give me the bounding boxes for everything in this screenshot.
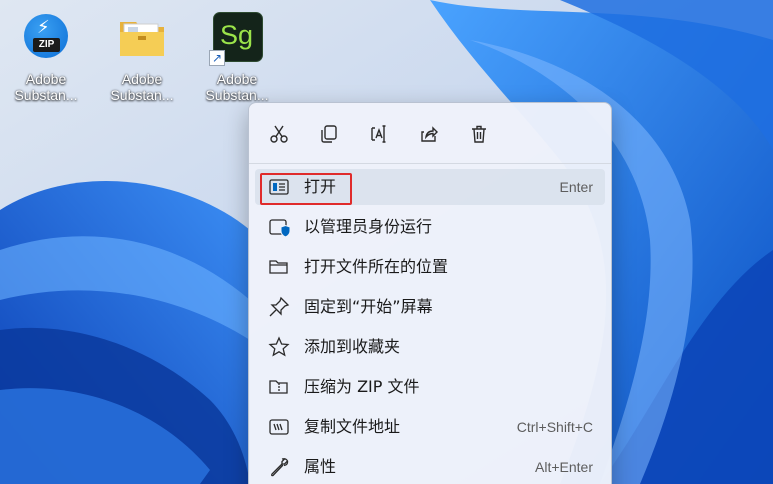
trash-icon [472,125,486,143]
folder-open-icon [269,260,288,274]
wrench-icon [271,458,289,477]
desktop-icon-label: Adobe Substan... [110,71,174,103]
desktop-icon-label: Adobe Substan... [205,71,269,103]
menu-item-copy-as-path[interactable]: 复制文件地址 Ctrl+Shift+C [255,409,605,445]
menu-item-label: 压缩为 ZIP 文件 [304,377,420,396]
menu-item-shortcut: Enter [559,179,593,195]
shield-icon [269,219,290,238]
zip-folder-icon [269,380,288,394]
menu-item-compress-to-zip[interactable]: 压缩为 ZIP 文件 [255,369,605,405]
menu-item-label: 复制文件地址 [304,417,401,436]
star-icon [268,336,290,357]
cut-button[interactable] [263,118,295,150]
share-icon [421,126,438,142]
zip-icon: ⚡ ZIP [24,14,68,58]
menu-item-label: 属性 [304,457,337,476]
menu-item-open-file-location[interactable]: 打开文件所在的位置 [255,249,605,285]
desktop-icon-zip[interactable]: ⚡ ZIP Adobe Substan... [8,10,84,103]
desktop-icon-folder[interactable]: Adobe Substan... [104,10,180,103]
context-menu: 打开 Enter 以管理员身份运行 打开文件所在的位置 固定到“开始”屏幕 添加… [248,102,612,484]
desktop-icon-label: Adobe Substan... [14,71,78,103]
share-button[interactable] [413,118,445,150]
menu-item-run-as-admin[interactable]: 以管理员身份运行 [255,209,605,245]
annotation-highlight-box [260,173,352,205]
menu-item-label: 打开文件所在的位置 [304,257,449,276]
folder-icon [120,22,164,56]
menu-item-label: 以管理员身份运行 [304,217,433,236]
scissors-icon [270,125,288,143]
shortcut-arrow-icon: ↗ [209,50,225,66]
menu-divider [249,163,611,164]
copy-icon [321,125,337,143]
menu-item-pin-to-start[interactable]: 固定到“开始”屏幕 [255,289,605,325]
menu-item-add-to-favorites[interactable]: 添加到收藏夹 [255,329,605,365]
pin-icon [269,296,290,317]
copy-button[interactable] [313,118,345,150]
menu-item-shortcut: Alt+Enter [535,459,593,475]
menu-item-shortcut: Ctrl+Shift+C [516,419,593,435]
menu-item-properties[interactable]: 属性 Alt+Enter [255,449,605,484]
desktop-icon-substance-sampler[interactable]: Sg ↗ Adobe Substan... [199,10,275,103]
context-menu-toolbar [249,103,613,161]
rename-button[interactable] [363,118,395,150]
delete-button[interactable] [463,118,495,150]
copy-path-icon [269,419,289,435]
menu-item-label: 固定到“开始”屏幕 [304,297,433,316]
rename-icon [371,125,386,143]
menu-item-label: 添加到收藏夹 [304,337,401,356]
